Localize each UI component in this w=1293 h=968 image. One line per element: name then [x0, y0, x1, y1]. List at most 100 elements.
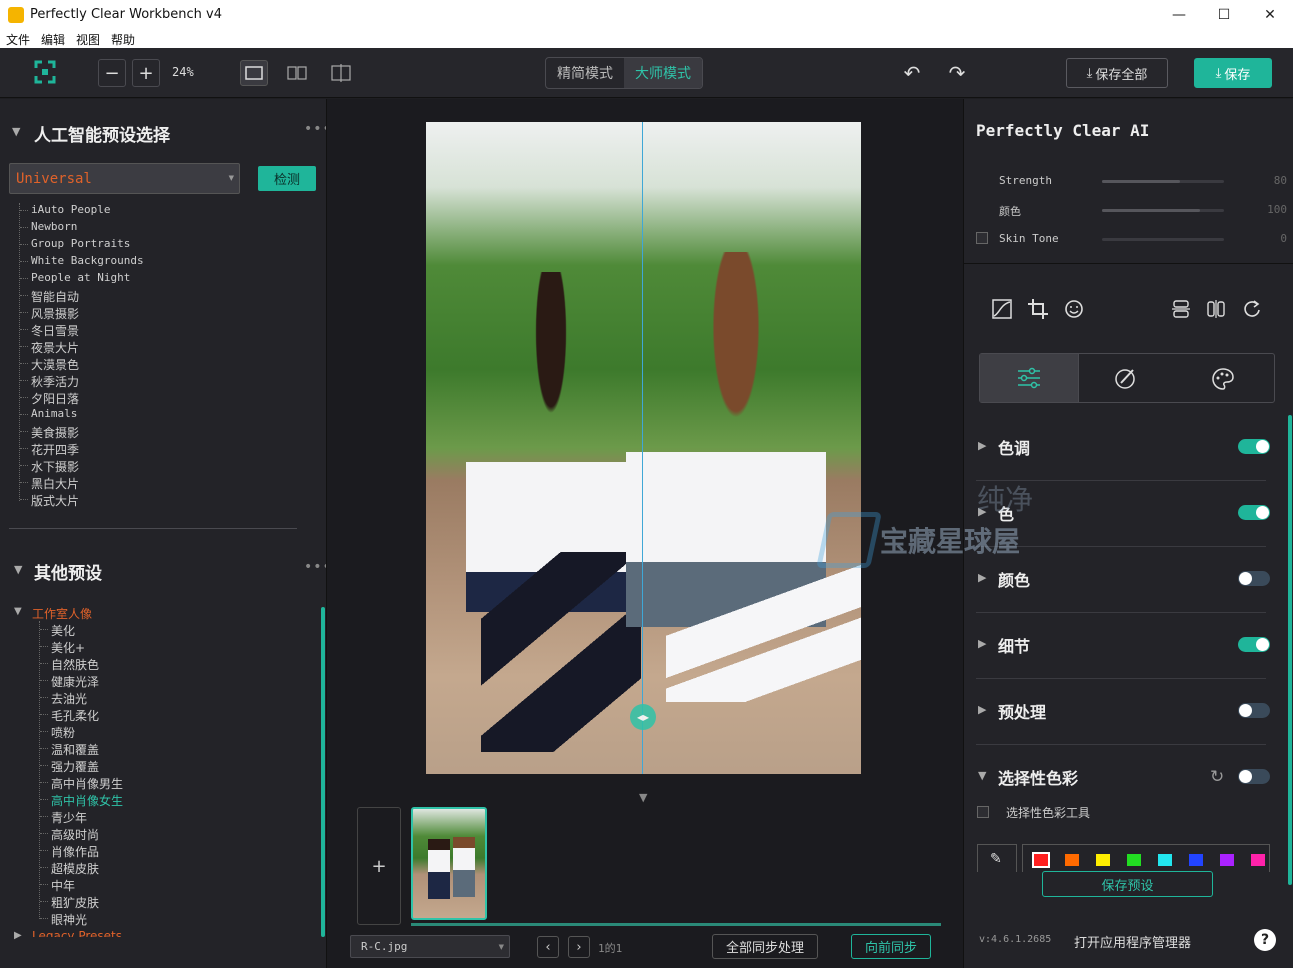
expand-arrow-icon[interactable]: ▶: [978, 439, 986, 452]
ai-slider-row[interactable]: Strength80: [964, 172, 1293, 192]
ai-slider-row[interactable]: Skin Tone0: [964, 230, 1293, 250]
color-swatch[interactable]: [1065, 854, 1079, 866]
expand-arrow-icon[interactable]: ▼: [978, 769, 986, 782]
section-row[interactable]: ▶颜色: [976, 551, 1270, 611]
flip-vertical-icon[interactable]: [1170, 298, 1192, 320]
more-options-icon[interactable]: •••: [304, 121, 327, 137]
single-view-button[interactable]: [240, 60, 268, 86]
expand-arrow-icon[interactable]: ▶: [978, 703, 986, 716]
add-image-button[interactable]: +: [357, 807, 401, 925]
ai-preset-item[interactable]: Animals: [31, 407, 77, 420]
ai-preset-item[interactable]: 版式大片: [31, 492, 79, 509]
tab-adjustments[interactable]: [980, 354, 1078, 402]
save-preset-button[interactable]: 保存预设: [1042, 871, 1213, 897]
expand-arrow-icon[interactable]: ▶: [14, 930, 22, 941]
detect-button[interactable]: 检测: [258, 166, 316, 191]
ai-preset-item[interactable]: 花开四季: [31, 441, 79, 458]
zoom-in-button[interactable]: +: [132, 59, 160, 87]
minimize-icon[interactable]: —: [1156, 0, 1202, 30]
menu-file[interactable]: 文件: [6, 31, 30, 48]
ai-preset-item[interactable]: 智能自动: [31, 288, 79, 305]
collapse-arrow-icon[interactable]: ▼: [12, 125, 20, 138]
expand-arrow-icon[interactable]: ▶: [978, 571, 986, 584]
section-toggle[interactable]: [1238, 637, 1270, 652]
studio-preset-item[interactable]: 毛孔柔化: [51, 707, 99, 724]
color-swatch[interactable]: [1189, 854, 1203, 866]
section-selective-color[interactable]: ▼ 选择性色彩: [976, 749, 1270, 809]
expand-arrow-icon[interactable]: ▶: [978, 505, 986, 518]
selective-tool-checkbox[interactable]: [977, 806, 989, 818]
studio-preset-item[interactable]: 温和覆盖: [51, 741, 99, 758]
split-view-button[interactable]: [327, 60, 355, 86]
eyedropper-button[interactable]: ✎: [977, 844, 1017, 872]
curves-icon[interactable]: [991, 298, 1013, 320]
section-row[interactable]: ▶预处理: [976, 683, 1270, 743]
split-handle-icon[interactable]: ◂▸: [630, 704, 656, 730]
help-icon[interactable]: ?: [1254, 929, 1276, 951]
redo-icon[interactable]: ↷: [944, 61, 970, 85]
ai-preset-item[interactable]: 夜景大片: [31, 339, 79, 356]
reset-icon[interactable]: ↻: [1210, 767, 1224, 787]
studio-preset-item[interactable]: 高中肖像男生: [51, 775, 123, 792]
studio-preset-item[interactable]: 美化: [51, 622, 75, 639]
slider-track[interactable]: [1102, 209, 1224, 212]
filmstrip-scrollbar[interactable]: [411, 923, 941, 926]
ai-preset-item[interactable]: Group Portraits: [31, 237, 130, 250]
ai-preset-item[interactable]: 美食摄影: [31, 424, 79, 441]
ai-preset-item[interactable]: 黑白大片: [31, 475, 79, 492]
ai-preset-dropdown[interactable]: Universal ▼: [9, 163, 240, 194]
menu-help[interactable]: 帮助: [111, 31, 135, 48]
group-studio-portrait[interactable]: 工作室人像: [32, 605, 92, 622]
undo-icon[interactable]: ↶: [899, 61, 925, 85]
palette-icon[interactable]: [1210, 366, 1236, 392]
studio-preset-item[interactable]: 超模皮肤: [51, 860, 99, 877]
prev-image-button[interactable]: ‹: [537, 936, 559, 958]
zoom-out-button[interactable]: −: [98, 59, 126, 87]
ai-preset-item[interactable]: 水下摄影: [31, 458, 79, 475]
studio-preset-item[interactable]: 肖像作品: [51, 843, 99, 860]
scrollbar[interactable]: [1288, 415, 1292, 885]
color-swatch[interactable]: [1127, 854, 1141, 866]
crop-logo-icon[interactable]: [34, 60, 56, 84]
studio-preset-item[interactable]: 去油光: [51, 690, 87, 707]
studio-preset-item[interactable]: 眼神光: [51, 911, 87, 928]
side-by-side-button[interactable]: [283, 60, 311, 86]
sync-all-button[interactable]: 全部同步处理: [712, 934, 818, 959]
ai-slider-row[interactable]: 颜色100: [964, 201, 1293, 221]
scrollbar[interactable]: [321, 607, 325, 937]
studio-preset-item[interactable]: 强力覆盖: [51, 758, 99, 775]
ai-preset-item[interactable]: Newborn: [31, 220, 77, 233]
photo-preview[interactable]: ◂▸: [426, 122, 861, 774]
collapse-arrow-icon[interactable]: ▼: [14, 563, 22, 576]
close-icon[interactable]: ✕: [1247, 0, 1293, 30]
app-manager-link[interactable]: 打开应用程序管理器: [1074, 932, 1191, 951]
face-icon[interactable]: [1063, 298, 1085, 320]
studio-preset-item[interactable]: 健康光泽: [51, 673, 99, 690]
color-swatch[interactable]: [1034, 854, 1048, 866]
expand-arrow-icon[interactable]: ▶: [978, 637, 986, 650]
studio-preset-item[interactable]: 自然肤色: [51, 656, 99, 673]
maximize-icon[interactable]: ☐: [1201, 0, 1247, 30]
ai-preset-item[interactable]: 秋季活力: [31, 373, 79, 390]
ai-preset-item[interactable]: 风景摄影: [31, 305, 79, 322]
section-row[interactable]: ▶细节: [976, 617, 1270, 677]
section-toggle[interactable]: [1238, 571, 1270, 586]
studio-preset-item[interactable]: 喷粉: [51, 724, 75, 741]
ai-preset-item[interactable]: 冬日雪景: [31, 322, 79, 339]
studio-preset-item[interactable]: 高级时尚: [51, 826, 99, 843]
file-selector[interactable]: R-C.jpg ▼: [350, 935, 510, 958]
crop-icon[interactable]: [1027, 298, 1049, 320]
slider-track[interactable]: [1102, 238, 1224, 241]
section-row[interactable]: ▶色: [976, 485, 1270, 545]
group-legacy[interactable]: Legacy Presets: [32, 929, 122, 937]
menu-edit[interactable]: 编辑: [41, 31, 65, 48]
next-image-button[interactable]: ›: [568, 936, 590, 958]
flip-horizontal-icon[interactable]: [1205, 298, 1227, 320]
studio-preset-item[interactable]: 美化+: [51, 639, 85, 656]
studio-preset-item[interactable]: 中年: [51, 877, 75, 894]
section-toggle[interactable]: [1238, 505, 1270, 520]
save-all-button[interactable]: ⤓保存全部: [1066, 58, 1168, 88]
color-swatch[interactable]: [1096, 854, 1110, 866]
studio-preset-item[interactable]: 高中肖像女生: [51, 792, 123, 809]
ai-preset-item[interactable]: iAuto People: [31, 203, 110, 216]
